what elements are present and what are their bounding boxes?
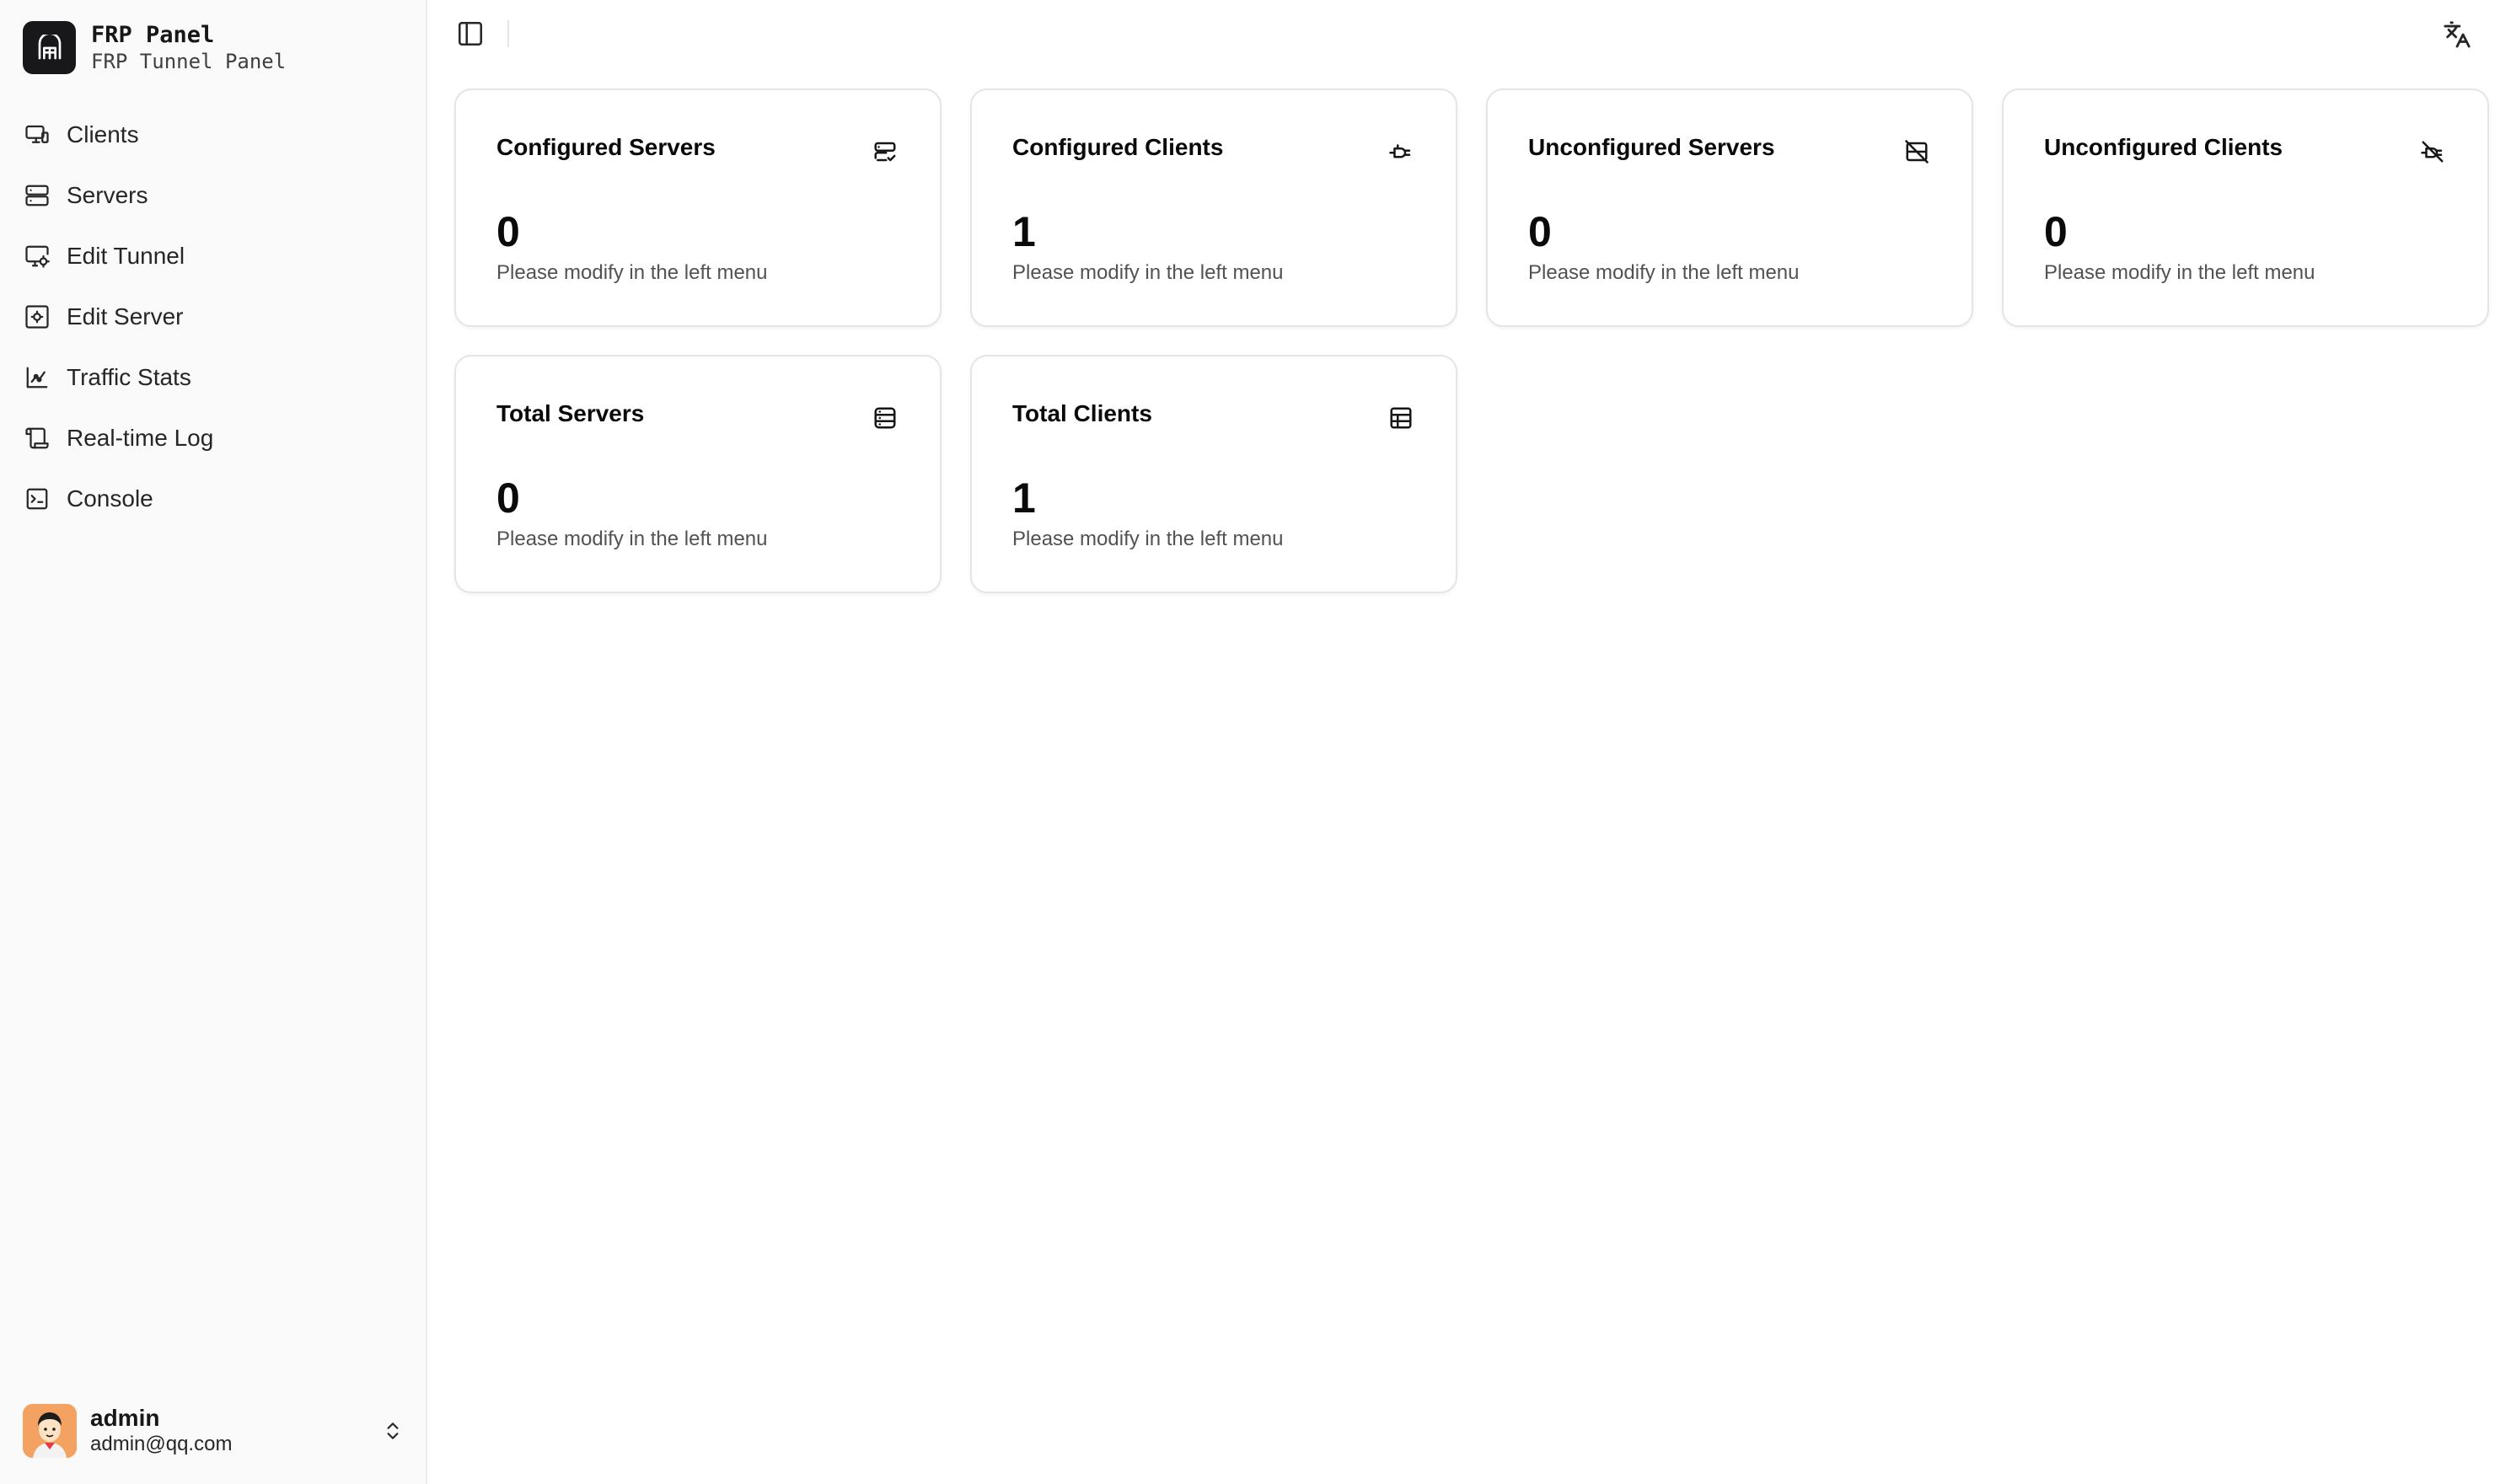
sidebar-item-clients[interactable]: Clients xyxy=(12,110,413,160)
app-root: FRP Panel FRP Tunnel Panel Clients Serve… xyxy=(0,0,2511,1484)
card-value: 0 xyxy=(496,474,520,522)
topbar xyxy=(427,0,2511,67)
server-icon xyxy=(23,181,51,210)
card-value: 1 xyxy=(1012,474,1036,522)
card-title: Total Servers xyxy=(496,400,645,426)
user-email: admin@qq.com xyxy=(90,1433,233,1455)
avatar xyxy=(23,1404,77,1458)
translate-icon xyxy=(2443,20,2471,51)
sidebar: FRP Panel FRP Tunnel Panel Clients Serve… xyxy=(0,0,427,1484)
topbar-divider xyxy=(507,20,509,47)
stat-card-configured-clients: Configured Clients 1 Please modify in th… xyxy=(970,88,1457,327)
sidebar-item-console[interactable]: Console xyxy=(12,474,413,524)
sidebar-toggle-button[interactable] xyxy=(454,19,486,51)
monitor-icon xyxy=(23,121,51,149)
card-note: Please modify in the left menu xyxy=(496,528,768,550)
card-value: 0 xyxy=(496,208,520,255)
main-content: Configured Servers 0 Please modify in th… xyxy=(427,0,2511,1484)
sidebar-item-traffic-stats[interactable]: Traffic Stats xyxy=(12,352,413,403)
sidebar-item-label: Edit Server xyxy=(67,303,184,329)
brand-title: FRP Panel xyxy=(91,21,215,48)
sidebar-item-label: Traffic Stats xyxy=(67,364,191,390)
sidebar-item-servers[interactable]: Servers xyxy=(12,170,413,221)
stat-card-total-servers: Total Servers 0 Please modify in the lef… xyxy=(454,355,942,593)
sidebar-item-label: Console xyxy=(67,485,153,512)
plug-off-icon xyxy=(2418,137,2447,166)
monitor-cog-icon xyxy=(23,242,51,271)
card-note: Please modify in the left menu xyxy=(2044,261,2315,284)
card-title: Total Clients xyxy=(1012,400,1152,426)
clients-icon xyxy=(1387,404,1415,432)
sidebar-item-label: Edit Tunnel xyxy=(67,243,185,269)
sidebar-item-label: Real-time Log xyxy=(67,425,214,451)
chart-icon xyxy=(23,363,51,392)
scroll-icon xyxy=(23,424,51,453)
language-button[interactable] xyxy=(2440,19,2474,52)
user-name: admin xyxy=(90,1405,160,1431)
sidebar-nav: Clients Servers Edit Tunnel Edit Server xyxy=(12,110,413,534)
card-note: Please modify in the left menu xyxy=(1012,261,1284,284)
sidebar-item-edit-tunnel[interactable]: Edit Tunnel xyxy=(12,231,413,281)
sidebar-item-label: Clients xyxy=(67,121,139,147)
chevrons-up-down-icon[interactable] xyxy=(378,1417,407,1445)
stat-card-total-clients: Total Clients 1 Please modify in the lef… xyxy=(970,355,1457,593)
stat-card-unconfigured-clients: Unconfigured Clients 0 Please modify in … xyxy=(2002,88,2489,327)
plug-icon xyxy=(1387,137,1415,166)
card-note: Please modify in the left menu xyxy=(1528,261,1800,284)
card-note: Please modify in the left menu xyxy=(1012,528,1284,550)
server-off-icon xyxy=(1902,137,1931,166)
user-menu[interactable]: admin admin@qq.com xyxy=(23,1403,407,1459)
brand-subtitle: FRP Tunnel Panel xyxy=(91,49,287,73)
card-note: Please modify in the left menu xyxy=(496,261,768,284)
sidebar-item-edit-server[interactable]: Edit Server xyxy=(12,292,413,342)
stat-card-configured-servers: Configured Servers 0 Please modify in th… xyxy=(454,88,942,327)
brand-logo-icon xyxy=(23,21,76,74)
card-title: Unconfigured Servers xyxy=(1528,134,1775,160)
server-cog-icon xyxy=(23,303,51,331)
sidebar-item-label: Servers xyxy=(67,182,148,208)
card-value: 0 xyxy=(2044,208,2068,255)
panel-left-icon xyxy=(456,19,485,51)
terminal-icon xyxy=(23,485,51,513)
card-title: Configured Servers xyxy=(496,134,716,160)
card-value: 1 xyxy=(1012,208,1036,255)
card-title: Configured Clients xyxy=(1012,134,1224,160)
card-title: Unconfigured Clients xyxy=(2044,134,2283,160)
sidebar-item-realtime-log[interactable]: Real-time Log xyxy=(12,413,413,463)
server-check-icon xyxy=(871,137,899,166)
card-value: 0 xyxy=(1528,208,1552,255)
servers-icon xyxy=(871,404,899,432)
stat-card-unconfigured-servers: Unconfigured Servers 0 Please modify in … xyxy=(1486,88,1973,327)
brand[interactable]: FRP Panel FRP Tunnel Panel xyxy=(23,21,286,74)
